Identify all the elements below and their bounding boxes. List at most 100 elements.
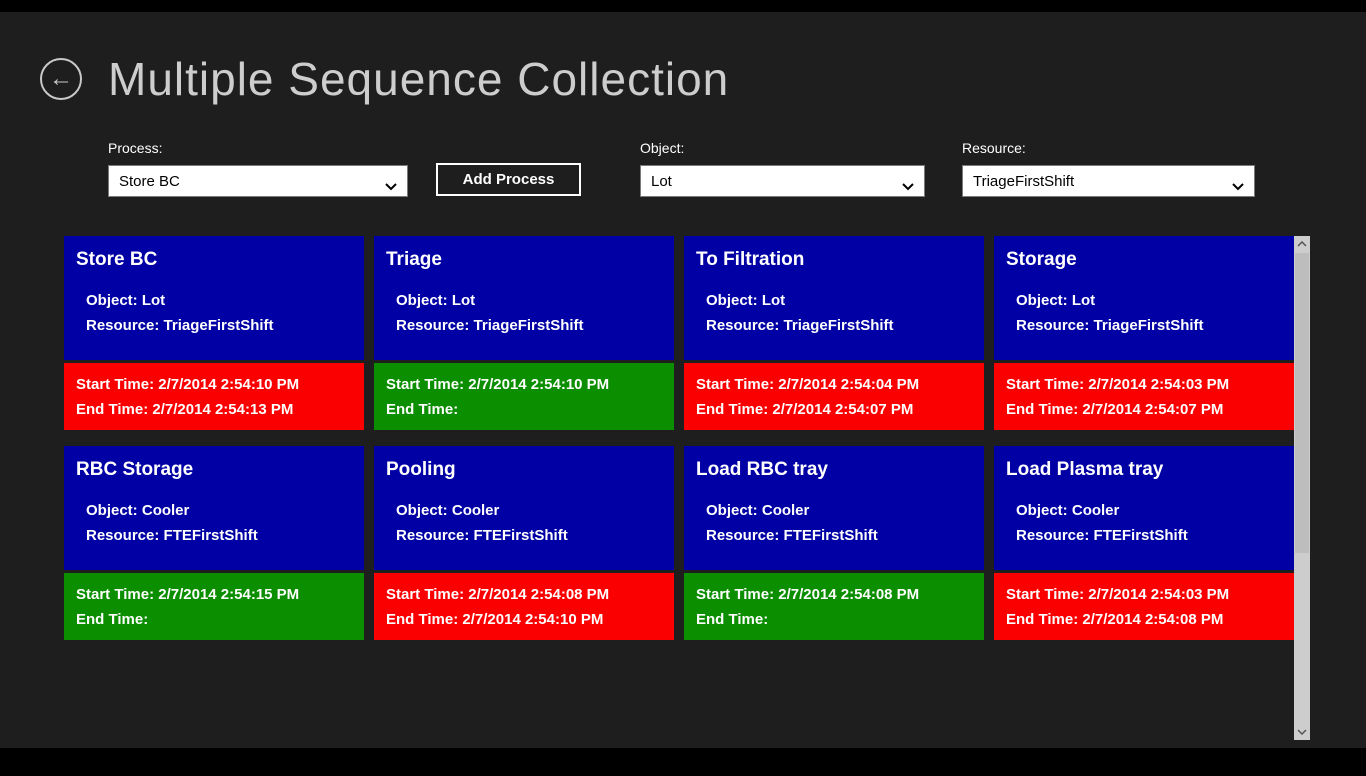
end-time-line: End Time: 2/7/2014 2:54:08 PM: [1006, 607, 1282, 632]
resource-label: Resource:: [396, 317, 469, 334]
end-time-line: End Time:: [76, 607, 352, 632]
resource-label: Resource:: [86, 317, 159, 334]
object-value: Lot: [762, 292, 785, 309]
card-header: Triage Object: Lot Resource: TriageFirst…: [374, 236, 674, 360]
start-time-value: 2/7/2014 2:54:15 PM: [158, 586, 299, 603]
start-time-label: Start Time:: [386, 376, 464, 393]
resource-value: FTEFirstShift: [1094, 527, 1188, 544]
object-label: Object:: [1016, 292, 1068, 309]
object-line: Object: Lot: [706, 288, 972, 313]
end-time-label: End Time:: [76, 401, 148, 418]
process-card[interactable]: Pooling Object: Cooler Resource: FTEFirs…: [374, 446, 674, 640]
process-card-grid: Store BC Object: Lot Resource: TriageFir…: [64, 236, 1294, 640]
card-title: Load Plasma tray: [1006, 459, 1282, 481]
end-time-value: 2/7/2014 2:54:08 PM: [1082, 611, 1223, 628]
card-time-panel: Start Time: 2/7/2014 2:54:03 PM End Time…: [994, 363, 1294, 430]
end-time-value: 2/7/2014 2:54:07 PM: [772, 401, 913, 418]
process-dropdown[interactable]: Store BC: [108, 165, 408, 197]
card-time-panel: Start Time: 2/7/2014 2:54:08 PM End Time…: [684, 573, 984, 640]
process-card[interactable]: RBC Storage Object: Cooler Resource: FTE…: [64, 446, 364, 640]
object-label: Object:: [396, 292, 448, 309]
card-header: Load Plasma tray Object: Cooler Resource…: [994, 446, 1294, 570]
resource-value: FTEFirstShift: [474, 527, 568, 544]
object-value: Lot: [1072, 292, 1095, 309]
object-line: Object: Lot: [396, 288, 662, 313]
card-title: Triage: [386, 249, 662, 271]
object-label: Object:: [86, 502, 138, 519]
app-window: ← Multiple Sequence Collection Process: …: [0, 0, 1366, 776]
process-card[interactable]: Load RBC tray Object: Cooler Resource: F…: [684, 446, 984, 640]
object-value: Lot: [142, 292, 165, 309]
object-value: Lot: [452, 292, 475, 309]
resource-value: FTEFirstShift: [784, 527, 878, 544]
end-time-label: End Time:: [696, 611, 768, 628]
end-time-value: 2/7/2014 2:54:10 PM: [462, 611, 603, 628]
resource-value: TriageFirstShift: [164, 317, 274, 334]
start-time-line: Start Time: 2/7/2014 2:54:08 PM: [696, 582, 972, 607]
object-line: Object: Lot: [86, 288, 352, 313]
start-time-line: Start Time: 2/7/2014 2:54:10 PM: [386, 372, 662, 397]
resource-line: Resource: FTEFirstShift: [706, 523, 972, 548]
object-dropdown-value: Lot: [651, 173, 672, 190]
process-card[interactable]: Storage Object: Lot Resource: TriageFirs…: [994, 236, 1294, 430]
card-title: To Filtration: [696, 249, 972, 271]
object-line: Object: Cooler: [706, 498, 972, 523]
process-card[interactable]: To Filtration Object: Lot Resource: Tria…: [684, 236, 984, 430]
resource-line: Resource: TriageFirstShift: [706, 313, 972, 338]
card-time-panel: Start Time: 2/7/2014 2:54:03 PM End Time…: [994, 573, 1294, 640]
end-time-line: End Time: 2/7/2014 2:54:07 PM: [696, 397, 972, 422]
start-time-line: Start Time: 2/7/2014 2:54:03 PM: [1006, 372, 1282, 397]
card-title: RBC Storage: [76, 459, 352, 481]
end-time-label: End Time:: [386, 611, 458, 628]
start-time-value: 2/7/2014 2:54:10 PM: [468, 376, 609, 393]
resource-line: Resource: FTEFirstShift: [396, 523, 662, 548]
start-time-line: Start Time: 2/7/2014 2:54:10 PM: [76, 372, 352, 397]
object-dropdown[interactable]: Lot: [640, 165, 925, 197]
object-label: Object:: [1016, 502, 1068, 519]
process-card[interactable]: Load Plasma tray Object: Cooler Resource…: [994, 446, 1294, 640]
card-header: To Filtration Object: Lot Resource: Tria…: [684, 236, 984, 360]
end-time-line: End Time: 2/7/2014 2:54:13 PM: [76, 397, 352, 422]
resource-value: FTEFirstShift: [164, 527, 258, 544]
card-title: Storage: [1006, 249, 1282, 271]
vertical-scrollbar[interactable]: [1294, 236, 1310, 740]
top-edge-bar: [0, 0, 1366, 12]
resource-label: Resource:: [1016, 527, 1089, 544]
card-time-panel: Start Time: 2/7/2014 2:54:10 PM End Time…: [64, 363, 364, 430]
start-time-line: Start Time: 2/7/2014 2:54:08 PM: [386, 582, 662, 607]
card-header: Pooling Object: Cooler Resource: FTEFirs…: [374, 446, 674, 570]
scroll-down-icon[interactable]: [1294, 724, 1310, 740]
resource-value: TriageFirstShift: [784, 317, 894, 334]
scroll-up-icon[interactable]: [1294, 236, 1310, 252]
resource-line: Resource: TriageFirstShift: [396, 313, 662, 338]
object-line: Object: Cooler: [396, 498, 662, 523]
resource-label: Resource:: [1016, 317, 1089, 334]
back-button[interactable]: ←: [40, 58, 82, 100]
object-value: Cooler: [452, 502, 500, 519]
back-arrow-icon: ←: [49, 67, 73, 91]
add-process-button[interactable]: Add Process: [436, 163, 581, 196]
resource-label: Resource:: [962, 140, 1255, 156]
start-time-value: 2/7/2014 2:54:04 PM: [778, 376, 919, 393]
page-header: ← Multiple Sequence Collection: [40, 52, 729, 106]
start-time-label: Start Time:: [76, 586, 154, 603]
end-time-label: End Time:: [1006, 401, 1078, 418]
process-card[interactable]: Store BC Object: Lot Resource: TriageFir…: [64, 236, 364, 430]
object-label: Object:: [640, 140, 925, 156]
start-time-label: Start Time:: [1006, 376, 1084, 393]
chevron-down-icon: [1232, 178, 1244, 195]
scrollbar-thumb[interactable]: [1295, 253, 1309, 553]
object-line: Object: Lot: [1016, 288, 1282, 313]
resource-label: Resource:: [706, 317, 779, 334]
object-line: Object: Cooler: [1016, 498, 1282, 523]
toolbar: Process: Store BC Add Process Object: Lo…: [0, 140, 1366, 206]
start-time-label: Start Time:: [76, 376, 154, 393]
resource-line: Resource: FTEFirstShift: [86, 523, 352, 548]
resource-dropdown[interactable]: TriageFirstShift: [962, 165, 1255, 197]
end-time-value: 2/7/2014 2:54:07 PM: [1082, 401, 1223, 418]
start-time-label: Start Time:: [696, 376, 774, 393]
process-field: Process: Store BC: [108, 140, 408, 197]
process-card[interactable]: Triage Object: Lot Resource: TriageFirst…: [374, 236, 674, 430]
resource-label: Resource:: [86, 527, 159, 544]
resource-line: Resource: FTEFirstShift: [1016, 523, 1282, 548]
